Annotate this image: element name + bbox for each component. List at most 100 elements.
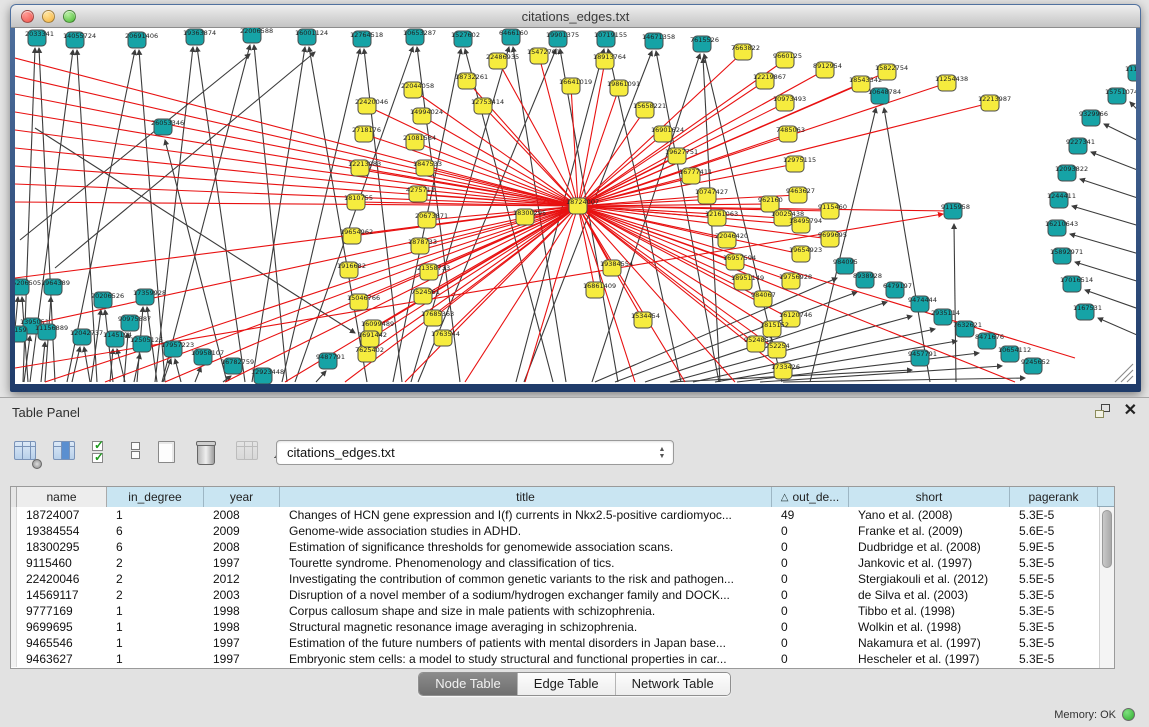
- cell-name[interactable]: 9465546: [17, 635, 107, 651]
- cell-name[interactable]: 18724007: [17, 507, 107, 523]
- cell-year[interactable]: 2009: [204, 523, 280, 539]
- deselect-all-button[interactable]: [131, 441, 145, 467]
- table-row[interactable]: 946362711997Embryonic stem cells: a mode…: [11, 651, 1114, 667]
- cell-year[interactable]: 2012: [204, 571, 280, 587]
- column-header-name[interactable]: name: [17, 487, 107, 507]
- cell-out_degree[interactable]: 0: [772, 635, 849, 651]
- cell-out_degree[interactable]: 0: [772, 619, 849, 635]
- cell-short[interactable]: Dudbridge et al. (2008): [849, 539, 1010, 555]
- select-all-button[interactable]: [92, 441, 118, 467]
- column-header-year[interactable]: year: [204, 487, 280, 507]
- cell-out_degree[interactable]: 0: [772, 603, 849, 619]
- cell-pagerank[interactable]: 5.3E-5: [1010, 507, 1098, 523]
- cell-year[interactable]: 2008: [204, 539, 280, 555]
- table-settings-button[interactable]: [14, 441, 40, 467]
- scrollbar-thumb[interactable]: [1102, 510, 1112, 568]
- tab-network-table[interactable]: Network Table: [616, 673, 730, 695]
- column-header-pagerank[interactable]: pagerank: [1010, 487, 1098, 507]
- cell-in_degree[interactable]: 6: [107, 523, 204, 539]
- cell-pagerank[interactable]: 5.3E-5: [1010, 587, 1098, 603]
- float-panel-icon[interactable]: [1095, 404, 1110, 418]
- cell-out_degree[interactable]: 49: [772, 507, 849, 523]
- cell-in_degree[interactable]: 2: [107, 587, 204, 603]
- table-row[interactable]: 1872400712008Changes of HCN gene express…: [11, 507, 1114, 523]
- cell-short[interactable]: Stergiakouli et al. (2012): [849, 571, 1010, 587]
- memory-ok-indicator[interactable]: [1122, 708, 1135, 721]
- cell-in_degree[interactable]: 6: [107, 539, 204, 555]
- cell-in_degree[interactable]: 1: [107, 651, 204, 667]
- cell-in_degree[interactable]: 1: [107, 603, 204, 619]
- cell-name[interactable]: 18300295: [17, 539, 107, 555]
- cell-pagerank[interactable]: 5.3E-5: [1010, 651, 1098, 667]
- cell-out_degree[interactable]: 0: [772, 523, 849, 539]
- new-column-button[interactable]: [158, 441, 184, 467]
- cell-name[interactable]: 9699695: [17, 619, 107, 635]
- cell-year[interactable]: 2008: [204, 507, 280, 523]
- cell-short[interactable]: Tibbo et al. (1998): [849, 603, 1010, 619]
- cell-title[interactable]: Disruption of a novel member of a sodium…: [280, 587, 772, 603]
- cell-title[interactable]: Estimation of significance thresholds fo…: [280, 539, 772, 555]
- cell-out_degree[interactable]: 0: [772, 571, 849, 587]
- tab-node-table[interactable]: Node Table: [419, 673, 518, 695]
- cell-name[interactable]: 9777169: [17, 603, 107, 619]
- table-row[interactable]: 911546021997Tourette syndrome. Phenomeno…: [11, 555, 1114, 571]
- cell-pagerank[interactable]: 5.5E-5: [1010, 571, 1098, 587]
- cell-out_degree[interactable]: 0: [772, 587, 849, 603]
- cell-title[interactable]: Changes of HCN gene expression and I(f) …: [280, 507, 772, 523]
- table-selector-dropdown[interactable]: citations_edges.txt ▲▼: [276, 440, 674, 465]
- cell-year[interactable]: 1997: [204, 651, 280, 667]
- cell-in_degree[interactable]: 1: [107, 635, 204, 651]
- window-titlebar[interactable]: citations_edges.txt: [11, 5, 1140, 28]
- table-vertical-scrollbar[interactable]: [1099, 507, 1114, 668]
- table-row[interactable]: 969969511998Structural magnetic resonanc…: [11, 619, 1114, 635]
- cell-in_degree[interactable]: 2: [107, 571, 204, 587]
- cell-name[interactable]: 19384554: [17, 523, 107, 539]
- cell-short[interactable]: Franke et al. (2009): [849, 523, 1010, 539]
- cell-short[interactable]: Nakamura et al. (1997): [849, 635, 1010, 651]
- cell-in_degree[interactable]: 1: [107, 619, 204, 635]
- cell-title[interactable]: Embryonic stem cells: a model to study s…: [280, 651, 772, 667]
- column-chooser-button[interactable]: [53, 441, 79, 467]
- column-header-out_degree[interactable]: △out_de...: [772, 487, 849, 507]
- cell-pagerank[interactable]: 5.3E-5: [1010, 635, 1098, 651]
- table-row[interactable]: 1830029562008Estimation of significance …: [11, 539, 1114, 555]
- cell-short[interactable]: Yano et al. (2008): [849, 507, 1010, 523]
- cell-short[interactable]: Wolkin et al. (1998): [849, 619, 1010, 635]
- column-header-title[interactable]: title: [280, 487, 772, 507]
- cell-name[interactable]: 14569117: [17, 587, 107, 603]
- cell-short[interactable]: de Silva et al. (2003): [849, 587, 1010, 603]
- cell-out_degree[interactable]: 0: [772, 651, 849, 667]
- cell-pagerank[interactable]: 5.3E-5: [1010, 555, 1098, 571]
- cell-title[interactable]: Tourette syndrome. Phenomenology and cla…: [280, 555, 772, 571]
- cell-year[interactable]: 1998: [204, 619, 280, 635]
- cell-name[interactable]: 9115460: [17, 555, 107, 571]
- cell-out_degree[interactable]: 0: [772, 555, 849, 571]
- cell-year[interactable]: 2003: [204, 587, 280, 603]
- cell-pagerank[interactable]: 5.3E-5: [1010, 619, 1098, 635]
- cell-in_degree[interactable]: 2: [107, 555, 204, 571]
- cell-short[interactable]: Hescheler et al. (1997): [849, 651, 1010, 667]
- table-row[interactable]: 977716911998Corpus callosum shape and si…: [11, 603, 1114, 619]
- column-header-short[interactable]: short: [849, 487, 1010, 507]
- network-graph-canvas[interactable]: 2033341140557242069140619363874220065881…: [15, 28, 1136, 384]
- cell-title[interactable]: Investigating the contribution of common…: [280, 571, 772, 587]
- cell-title[interactable]: Genome-wide association studies in ADHD.: [280, 523, 772, 539]
- cell-pagerank[interactable]: 5.6E-5: [1010, 523, 1098, 539]
- table-row[interactable]: 946554611997Estimation of the future num…: [11, 635, 1114, 651]
- cell-out_degree[interactable]: 0: [772, 539, 849, 555]
- cell-in_degree[interactable]: 1: [107, 507, 204, 523]
- close-panel-icon[interactable]: ✕: [1124, 404, 1137, 418]
- cell-name[interactable]: 9463627: [17, 651, 107, 667]
- cell-year[interactable]: 1998: [204, 603, 280, 619]
- column-header-in_degree[interactable]: in_degree: [107, 487, 204, 507]
- cell-short[interactable]: Jankovic et al. (1997): [849, 555, 1010, 571]
- cell-title[interactable]: Structural magnetic resonance image aver…: [280, 619, 772, 635]
- delete-column-button[interactable]: [197, 441, 223, 467]
- cell-pagerank[interactable]: 5.9E-5: [1010, 539, 1098, 555]
- citation-network-graph[interactable]: 2033341140557242069140619363874220065881…: [15, 28, 1136, 384]
- cell-name[interactable]: 22420046: [17, 571, 107, 587]
- table-row[interactable]: 2242004622012Investigating the contribut…: [11, 571, 1114, 587]
- table-row[interactable]: 1938455462009Genome-wide association stu…: [11, 523, 1114, 539]
- cell-year[interactable]: 1997: [204, 635, 280, 651]
- cell-pagerank[interactable]: 5.3E-5: [1010, 603, 1098, 619]
